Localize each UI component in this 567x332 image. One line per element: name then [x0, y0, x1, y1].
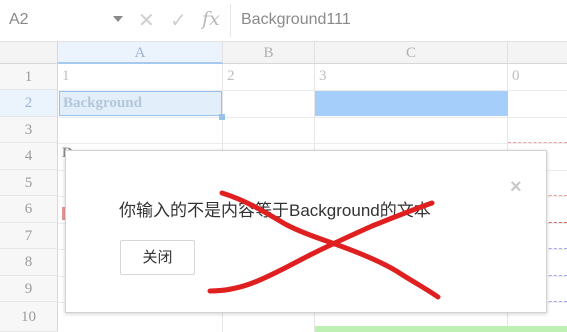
close-icon[interactable]: × [510, 176, 522, 199]
cell-d1[interactable]: 0 [512, 68, 520, 85]
row-header-4[interactable]: 4 [0, 143, 58, 170]
cell-c11-fill [315, 326, 567, 332]
column-header-d[interactable] [508, 42, 567, 64]
row-header-5[interactable]: 5 [0, 170, 58, 196]
formula-input[interactable]: Background111 [241, 11, 351, 29]
validation-dialog: × 你输入的不是内容等于Background的文本 关闭 [65, 150, 547, 313]
row-header-9[interactable]: 9 [0, 276, 58, 302]
formula-bar: A2 ✕ ✓ fx Background111 [0, 0, 567, 42]
cell-reference[interactable]: A2 [9, 11, 29, 29]
cell-b1[interactable]: 2 [227, 68, 235, 85]
row-header-10[interactable]: 10 [0, 302, 58, 332]
row-header-6[interactable]: 6 [0, 196, 58, 223]
cell-a1[interactable]: 1 [62, 68, 70, 85]
grid-line [58, 117, 567, 118]
formula-divider [230, 4, 231, 37]
cell-a2-selected[interactable]: Background [59, 91, 222, 116]
column-header-c[interactable]: C [315, 42, 508, 64]
chevron-down-icon[interactable] [113, 16, 123, 22]
cancel-icon[interactable]: ✕ [138, 8, 155, 33]
cell-c2-filled[interactable] [315, 91, 508, 116]
cell-a2-value: Background [63, 95, 142, 111]
confirm-icon[interactable]: ✓ [170, 8, 187, 33]
formula-actions: ✕ ✓ fx [130, 0, 230, 41]
row-header-7[interactable]: 7 [0, 223, 58, 249]
close-button[interactable]: 关闭 [120, 240, 195, 275]
row-header-2[interactable]: 2 [0, 90, 58, 117]
dialog-message: 你输入的不是内容等于Background的文本 [119, 201, 431, 220]
function-icon[interactable]: fx [202, 8, 220, 30]
column-header-b[interactable]: B [223, 42, 315, 64]
grid-line [58, 143, 567, 144]
row-header-3[interactable]: 3 [0, 117, 58, 143]
cell-c1[interactable]: 3 [319, 68, 327, 85]
name-box[interactable]: A2 [0, 0, 130, 41]
select-all-corner[interactable] [0, 42, 58, 64]
row-header-1[interactable]: 1 [0, 64, 58, 90]
row-header-8[interactable]: 8 [0, 249, 58, 276]
fill-handle[interactable] [219, 114, 225, 120]
column-header-a[interactable]: A [58, 42, 223, 64]
dashed-border [508, 142, 567, 143]
